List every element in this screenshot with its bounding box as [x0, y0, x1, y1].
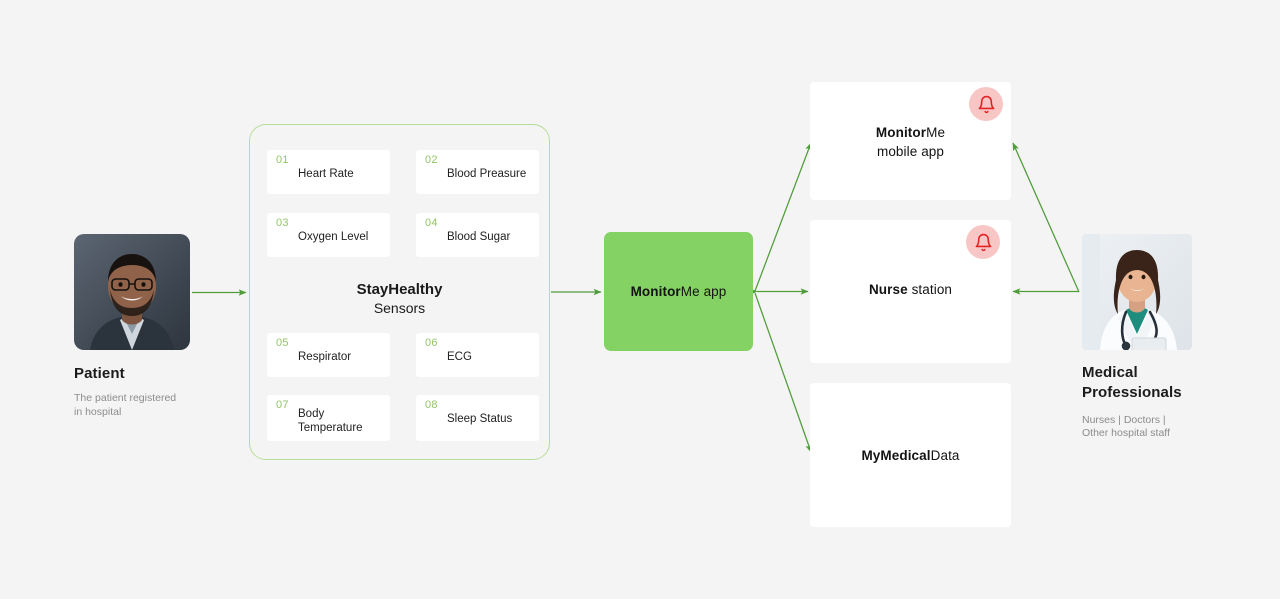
stayhealthy-sensors-panel: 01 Heart Rate 02 Blood Preasure 03 Oxyge…: [249, 124, 550, 460]
sensor-number: 01: [276, 154, 289, 166]
monitorme-app-node[interactable]: MonitorMe app: [604, 232, 753, 351]
dest-label-bold: Monitor: [875, 125, 927, 140]
medical-professional-photo: [1082, 234, 1192, 350]
sensor-label: Heart Rate: [298, 168, 354, 180]
sensors-heading-bold: StayHealthy: [356, 281, 443, 298]
arrow-monitorme-to-mobile-app: [754, 142, 812, 292]
dest-label-line2: mobile app: [876, 144, 945, 160]
sensor-label: Respirator: [298, 351, 352, 363]
sensor-card-ecg[interactable]: 06 ECG: [416, 333, 539, 377]
nurse-station-card[interactable]: Nurse station: [810, 220, 1011, 363]
sensor-label: Oxygen Level: [298, 231, 369, 243]
bell-icon[interactable]: [969, 87, 1003, 121]
monitorme-app-label: MonitorMe app: [631, 284, 727, 299]
sensor-number: 08: [425, 399, 438, 411]
arrow-monitorme-to-mymedicaldata: [754, 292, 812, 453]
mymedicaldata-card[interactable]: MyMedicalData: [810, 383, 1011, 527]
sensor-card-body-temperature[interactable]: 07 Body Temperature: [267, 395, 390, 441]
sensor-card-blood-preasure[interactable]: 02 Blood Preasure: [416, 150, 539, 194]
nurse-station-label: Nurse station: [810, 280, 1011, 299]
mymedicaldata-label: MyMedicalData: [810, 446, 1011, 465]
sensor-number: 02: [425, 154, 438, 166]
dest-label-regular: Me: [926, 125, 946, 140]
dest-label-regular: station: [907, 282, 953, 297]
sensor-card-oxygen-level[interactable]: 03 Oxygen Level: [267, 213, 390, 257]
arrow-professionals-to-mobile-app: [1012, 142, 1080, 293]
sensor-number: 07: [276, 399, 289, 411]
medical-professionals-description: Nurses | Doctors | Other hospital staff: [1082, 413, 1170, 440]
sensors-panel-heading: StayHealthy Sensors: [250, 280, 549, 317]
dest-label-bold: MyMedical: [861, 448, 931, 463]
sensor-number: 03: [276, 217, 289, 229]
sensor-label: Body Temperature: [298, 408, 363, 435]
monitorme-mobile-app-label: MonitorMe mobile app: [810, 123, 1011, 161]
sensor-card-respirator[interactable]: 05 Respirator: [267, 333, 390, 377]
sensor-number: 04: [425, 217, 438, 229]
patient-title: Patient: [74, 365, 125, 382]
monitorme-app-label-bold: Monitor: [630, 284, 681, 299]
dest-label-bold: Nurse: [868, 282, 908, 297]
sensor-label: ECG: [447, 351, 472, 363]
sensor-number: 06: [425, 337, 438, 349]
monitorme-mobile-app-card[interactable]: MonitorMe mobile app: [810, 82, 1011, 200]
sensor-card-heart-rate[interactable]: 01 Heart Rate: [267, 150, 390, 194]
sensor-label: Blood Sugar: [447, 231, 511, 243]
dest-label-regular: Data: [930, 448, 960, 463]
patient-actor: Patient The patient registered in hospit…: [74, 234, 244, 420]
sensor-label: Sleep Status: [447, 413, 513, 425]
medical-professionals-actor: Medical Professionals Nurses | Doctors |…: [1082, 234, 1262, 441]
sensor-number: 05: [276, 337, 289, 349]
medical-professionals-title: Medical Professionals: [1082, 364, 1182, 402]
patient-description: The patient registered in hospital: [74, 392, 177, 419]
monitorme-app-label-regular: Me app: [680, 284, 727, 299]
sensor-card-blood-sugar[interactable]: 04 Blood Sugar: [416, 213, 539, 257]
sensor-card-sleep-status[interactable]: 08 Sleep Status: [416, 395, 539, 441]
sensor-label: Blood Preasure: [447, 168, 527, 180]
sensors-heading-regular: Sensors: [373, 300, 426, 317]
diagram-canvas: Patient The patient registered in hospit…: [0, 0, 1280, 599]
bell-icon[interactable]: [966, 225, 1000, 259]
patient-photo: [74, 234, 190, 350]
